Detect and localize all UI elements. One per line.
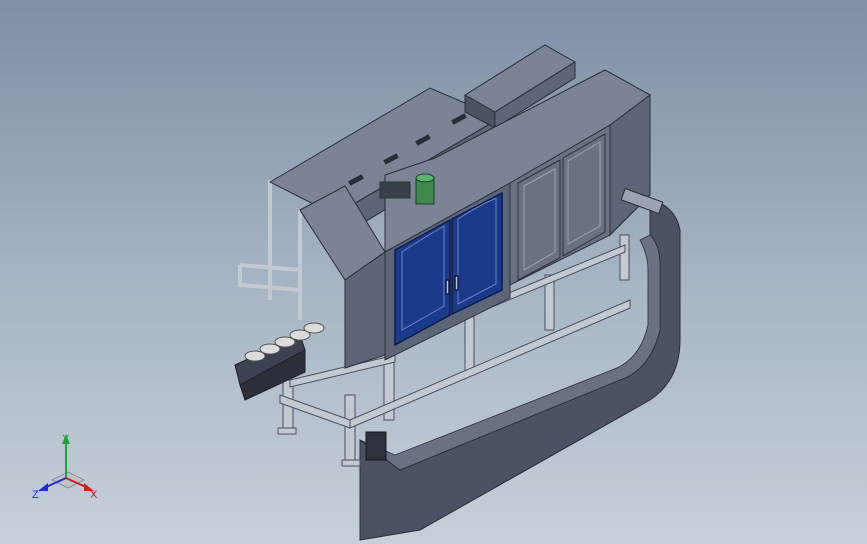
x-axis-label: X xyxy=(90,489,98,501)
orientation-triad: Y X Z xyxy=(32,433,98,501)
y-axis-label: Y xyxy=(62,433,70,445)
infeed-conveyor xyxy=(234,322,325,401)
left-open-frame xyxy=(238,180,302,320)
z-axis-label: Z xyxy=(32,489,39,501)
cad-viewport[interactable]: Y X Z xyxy=(0,0,867,544)
guard-bracket xyxy=(365,431,387,461)
machine-assembly-model[interactable] xyxy=(0,0,867,544)
z-axis-arrow xyxy=(38,483,48,491)
